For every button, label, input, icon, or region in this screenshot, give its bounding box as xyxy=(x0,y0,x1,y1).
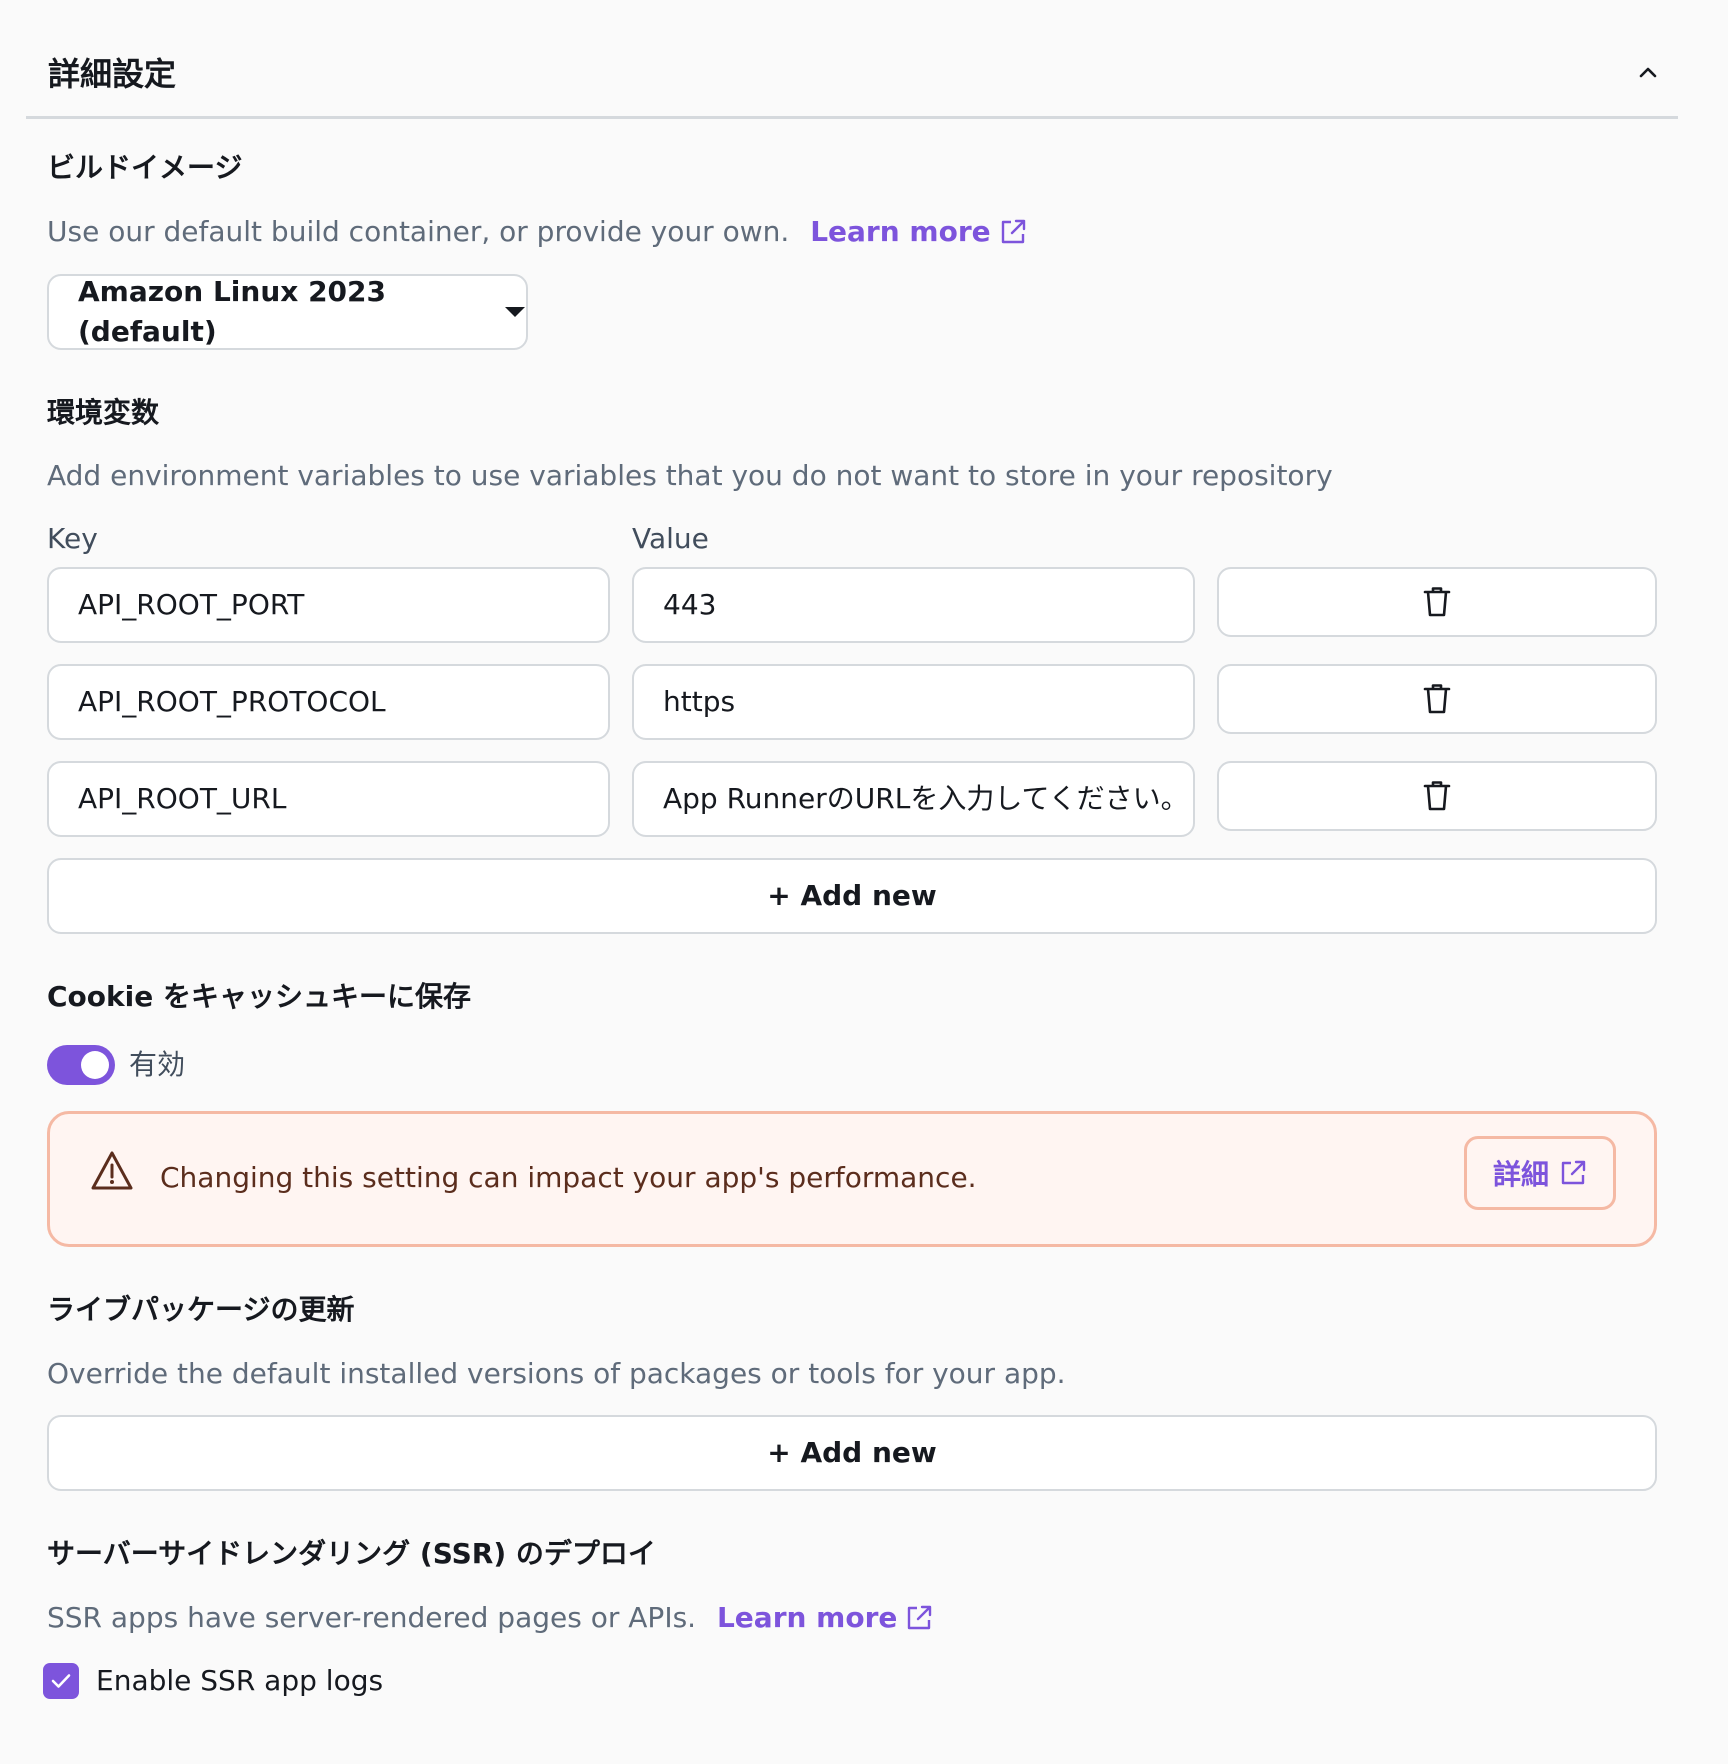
enable-ssr-logs-label[interactable]: Enable SSR app logs xyxy=(96,1661,383,1701)
add-package-override-button[interactable]: + Add new xyxy=(47,1415,1657,1491)
live-packages-title: ライブパッケージの更新 xyxy=(47,1293,355,1326)
env-var-key-input[interactable]: API_ROOT_PORT xyxy=(47,567,610,643)
build-image-learn-more-link[interactable]: Learn more xyxy=(810,212,1026,252)
ssr-title: サーバーサイドレンダリング (SSR) のデプロイ xyxy=(47,1537,656,1570)
cookie-cache-title: Cookie をキャッシュキーに保存 xyxy=(47,980,471,1013)
env-var-value-input[interactable]: App RunnerのURLを入力してください。 xyxy=(632,761,1195,837)
performance-warning-alert: Changing this setting can impact your ap… xyxy=(47,1111,1657,1247)
external-link-icon xyxy=(908,1605,932,1630)
env-var-key-input[interactable]: API_ROOT_URL xyxy=(47,761,610,837)
env-vars-title: 環境変数 xyxy=(47,396,160,429)
toggle-knob xyxy=(81,1051,109,1079)
alert-details-label: 詳細 xyxy=(1492,1158,1549,1191)
value-column-label: Value xyxy=(632,522,709,555)
remove-env-var-button[interactable] xyxy=(1217,761,1657,831)
trash-icon xyxy=(1423,684,1451,714)
trash-icon xyxy=(1423,587,1451,617)
key-column-label: Key xyxy=(47,522,98,555)
learn-more-label: Learn more xyxy=(810,215,991,248)
build-image-description: Use our default build container, or prov… xyxy=(47,212,1027,252)
alert-details-button[interactable]: 詳細 xyxy=(1464,1136,1616,1210)
page-title: 詳細設定 xyxy=(48,55,177,93)
collapse-button[interactable] xyxy=(1628,52,1668,92)
cookie-cache-toggle[interactable] xyxy=(47,1045,115,1085)
live-packages-description: Override the default installed versions … xyxy=(47,1357,1066,1390)
learn-more-label: Learn more xyxy=(716,1601,898,1634)
build-image-selected-value: Amazon Linux 2023 (default) xyxy=(78,275,386,348)
alert-message: Changing this setting can impact your ap… xyxy=(160,1161,977,1194)
advanced-settings-panel: 詳細設定 ビルドイメージ Use our default build conta… xyxy=(0,0,1728,1764)
remove-env-var-button[interactable] xyxy=(1217,567,1657,637)
ssr-description-text: SSR apps have server-rendered pages or A… xyxy=(47,1601,697,1634)
env-vars-description: Add environment variables to use variabl… xyxy=(47,459,1333,492)
env-var-key-input[interactable]: API_ROOT_PROTOCOL xyxy=(47,664,610,740)
warning-icon xyxy=(91,1151,133,1190)
cookie-cache-toggle-label: 有効 xyxy=(129,1048,186,1081)
remove-env-var-button[interactable] xyxy=(1217,664,1657,734)
ssr-description: SSR apps have server-rendered pages or A… xyxy=(47,1598,933,1638)
external-link-icon xyxy=(1561,1160,1586,1185)
env-var-value-input[interactable]: https xyxy=(632,664,1195,740)
checkmark-icon xyxy=(51,1674,71,1688)
external-link-icon xyxy=(1001,219,1025,244)
build-image-title: ビルドイメージ xyxy=(47,151,243,184)
add-env-var-button[interactable]: + Add new xyxy=(47,858,1657,934)
env-var-value-input[interactable]: 443 xyxy=(632,567,1195,643)
enable-ssr-logs-checkbox[interactable] xyxy=(43,1663,79,1699)
trash-icon xyxy=(1423,781,1451,811)
build-image-select[interactable]: Amazon Linux 2023 (default) xyxy=(47,274,528,350)
build-image-description-text: Use our default build container, or prov… xyxy=(47,215,790,248)
chevron-up-icon xyxy=(1639,67,1657,78)
advanced-settings-header[interactable]: 詳細設定 xyxy=(26,0,1678,119)
ssr-learn-more-link[interactable]: Learn more xyxy=(717,1598,933,1638)
caret-down-icon xyxy=(504,306,526,318)
